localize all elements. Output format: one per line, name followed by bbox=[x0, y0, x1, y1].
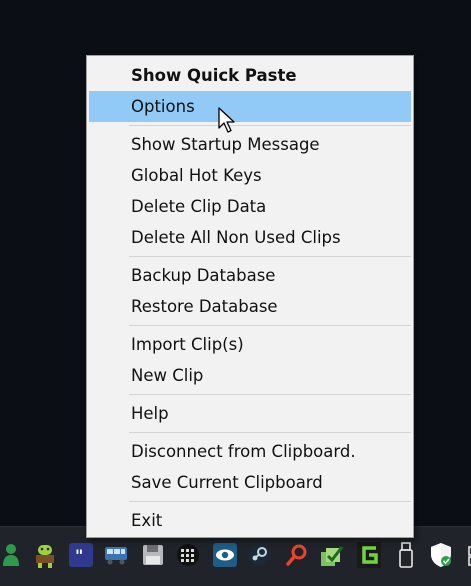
menu-item-help[interactable]: Help bbox=[89, 398, 411, 429]
menu-item-save-current-clipboard[interactable]: Save Current Clipboard bbox=[89, 467, 411, 498]
green-g-icon[interactable] bbox=[356, 541, 382, 569]
steam-icon[interactable] bbox=[246, 541, 272, 569]
menu-item-disconnect-from-clipboard[interactable]: Disconnect from Clipboard. bbox=[89, 436, 411, 467]
shield-check-icon[interactable] bbox=[428, 541, 454, 569]
android-green-icon[interactable] bbox=[32, 541, 58, 569]
menu-item-delete-clip-data[interactable]: Delete Clip Data bbox=[89, 191, 411, 222]
menu-separator bbox=[129, 394, 411, 395]
menu-separator bbox=[129, 256, 411, 257]
menu-item-import-clip-s[interactable]: Import Clip(s) bbox=[89, 329, 411, 360]
menu-item-restore-database[interactable]: Restore Database bbox=[89, 291, 411, 322]
svg-text:": " bbox=[75, 546, 83, 565]
menu-item-backup-database[interactable]: Backup Database bbox=[89, 260, 411, 291]
menu-item-new-clip[interactable]: New Clip bbox=[89, 360, 411, 391]
person-green-icon[interactable] bbox=[0, 541, 24, 569]
search-magnifier-icon[interactable] bbox=[284, 541, 310, 569]
menu-item-options[interactable]: Options bbox=[89, 91, 411, 122]
menu-item-global-hot-keys[interactable]: Global Hot Keys bbox=[89, 160, 411, 191]
mouse-pointer-icon bbox=[218, 107, 240, 135]
save-disk-icon[interactable] bbox=[140, 541, 166, 569]
menu-item-exit[interactable]: Exit bbox=[89, 505, 411, 536]
menu-item-delete-all-non-used-clips[interactable]: Delete All Non Used Clips bbox=[89, 222, 411, 253]
usb-drive-icon[interactable] bbox=[393, 541, 419, 569]
menu-separator bbox=[129, 125, 411, 126]
menu-item-show-startup-message[interactable]: Show Startup Message bbox=[89, 129, 411, 160]
network-partial-icon[interactable] bbox=[461, 541, 471, 569]
checkbox-stack-icon[interactable] bbox=[320, 541, 346, 569]
grid-keyboard-icon[interactable] bbox=[175, 541, 201, 569]
menu-separator bbox=[129, 501, 411, 502]
bus-icon[interactable] bbox=[103, 541, 129, 569]
menu-separator bbox=[129, 432, 411, 433]
eye-icon[interactable] bbox=[212, 541, 238, 569]
menu-separator bbox=[129, 325, 411, 326]
tray-context-menu: Show Quick Paste Options Show Startup Mess… bbox=[86, 55, 414, 538]
quote-app-icon[interactable]: " bbox=[68, 541, 94, 569]
menu-item-show-quick-paste[interactable]: Show Quick Paste bbox=[89, 60, 411, 91]
